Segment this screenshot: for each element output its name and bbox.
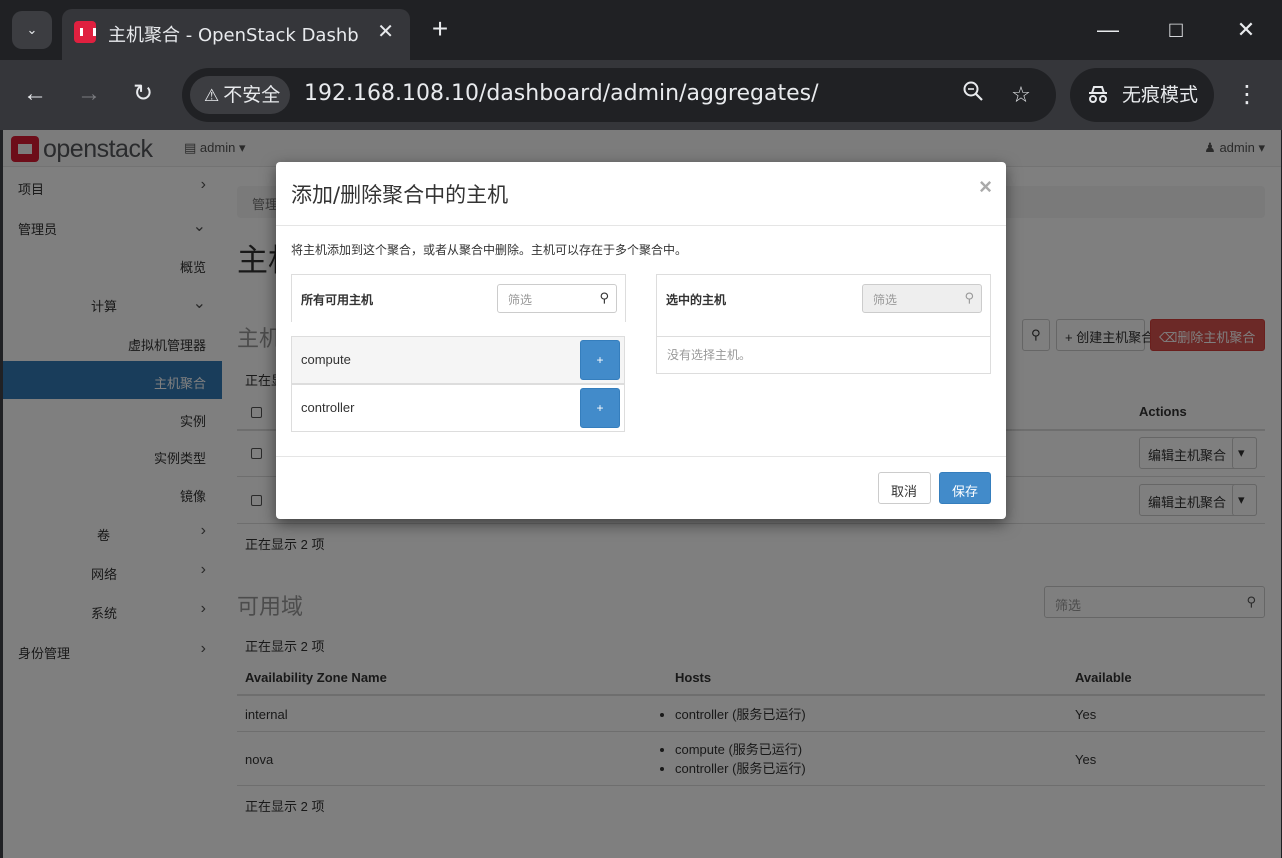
back-arrow-icon[interactable]: ← bbox=[19, 78, 51, 110]
warning-triangle-icon: ⚠ bbox=[204, 86, 220, 106]
maximize-icon[interactable]: □ bbox=[1156, 14, 1196, 46]
available-hosts-filter[interactable]: 筛选 ⚲ bbox=[497, 284, 617, 313]
site-info-chip[interactable]: ⚠ 不安全 bbox=[190, 76, 290, 114]
available-filter-placeholder: 筛选 bbox=[508, 293, 533, 307]
minimize-icon[interactable]: — bbox=[1088, 14, 1128, 46]
host-name: compute bbox=[301, 352, 351, 367]
add-remove-hosts-modal: 添加/删除聚合中的主机 × 将主机添加到这个聚合，或者从聚合中删除。主机可以存在… bbox=[276, 162, 1006, 519]
incognito-indicator[interactable]: 无痕模式 bbox=[1070, 68, 1214, 122]
address-bar[interactable]: ⚠ 不安全 192.168.108.10/dashboard/admin/aggr… bbox=[182, 68, 1056, 122]
host-row-controller: controller + bbox=[291, 384, 625, 432]
openstack-favicon-icon bbox=[74, 21, 96, 43]
incognito-icon bbox=[1089, 86, 1107, 103]
modal-help-text: 将主机添加到这个聚合，或者从聚合中删除。主机可以存在于多个聚合中。 bbox=[291, 243, 688, 257]
add-host-button[interactable]: + bbox=[580, 340, 620, 380]
more-menu-icon[interactable]: ⋮ bbox=[1232, 78, 1262, 112]
modal-header: 添加/删除聚合中的主机 × bbox=[276, 162, 1006, 226]
incognito-label: 无痕模式 bbox=[1122, 84, 1199, 106]
selected-hosts-panel: 选中的主机 筛选 ⚲ 没有选择主机。 bbox=[656, 274, 991, 374]
chevron-down-icon: ⌄ bbox=[26, 22, 38, 37]
browser-tab-strip: ⌄ 主机聚合 - OpenStack Dashboard ✕ + — □ ✕ bbox=[0, 0, 1282, 60]
save-button[interactable]: 保存 bbox=[939, 472, 991, 504]
host-name: controller bbox=[301, 400, 355, 415]
search-icon: ⚲ bbox=[964, 290, 974, 305]
close-icon[interactable]: × bbox=[979, 174, 992, 200]
plus-icon: + bbox=[596, 353, 604, 367]
cancel-button[interactable]: 取消 bbox=[878, 472, 931, 504]
zoom-magnifier-icon[interactable] bbox=[958, 80, 988, 110]
modal-title: 添加/删除聚合中的主机 bbox=[291, 183, 509, 207]
available-hosts-title: 所有可用主机 bbox=[301, 293, 374, 307]
add-host-button[interactable]: + bbox=[580, 388, 620, 428]
selected-filter-placeholder: 筛选 bbox=[873, 293, 898, 307]
new-tab-plus-icon[interactable]: + bbox=[426, 14, 454, 46]
host-row-compute: compute + bbox=[291, 336, 625, 384]
tab-title: 主机聚合 - OpenStack Dashboard bbox=[108, 25, 358, 46]
no-hosts-selected-message: 没有选择主机。 bbox=[667, 348, 752, 362]
forward-arrow-icon[interactable]: → bbox=[73, 78, 105, 110]
selected-hosts-title: 选中的主机 bbox=[666, 293, 727, 307]
tab-close-icon[interactable]: ✕ bbox=[377, 19, 394, 44]
browser-tab[interactable]: 主机聚合 - OpenStack Dashboard ✕ bbox=[62, 9, 410, 60]
selected-hosts-header: 选中的主机 筛选 ⚲ bbox=[657, 275, 990, 337]
available-hosts-header: 所有可用主机 筛选 ⚲ bbox=[291, 274, 626, 322]
search-icon: ⚲ bbox=[599, 290, 609, 305]
selected-hosts-filter[interactable]: 筛选 ⚲ bbox=[862, 284, 982, 313]
available-hosts-panel: 所有可用主机 筛选 ⚲ compute + controller + bbox=[291, 274, 626, 434]
url-text[interactable]: 192.168.108.10/dashboard/admin/aggregate… bbox=[304, 81, 819, 106]
modal-footer-divider bbox=[276, 456, 1006, 457]
window-close-icon[interactable]: ✕ bbox=[1226, 14, 1266, 46]
browser-toolbar: ← → ↻ ⚠ 不安全 192.168.108.10/dashboard/admi… bbox=[0, 60, 1282, 130]
reload-icon[interactable]: ↻ bbox=[127, 78, 159, 110]
bookmark-star-icon[interactable]: ☆ bbox=[1006, 80, 1036, 110]
plus-icon: + bbox=[596, 401, 604, 415]
security-label: 不安全 bbox=[223, 84, 281, 106]
tab-search-button[interactable]: ⌄ bbox=[12, 11, 52, 49]
